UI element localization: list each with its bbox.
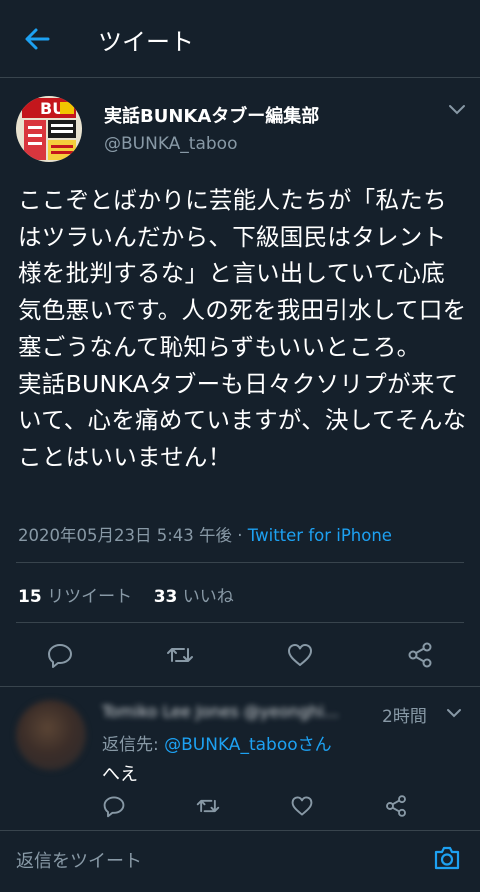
tweet-author: BU 実話BUNKAタブー編集部 @BUNKA_taboo	[0, 88, 480, 168]
arrow-left-icon[interactable]	[22, 24, 52, 54]
tweet-text: ここぞとばかりに芸能人たちが「私たちはツラいんだから、下級国民はタレント様を批判…	[18, 186, 467, 471]
retweet-stat[interactable]: 15 リツイート	[18, 587, 132, 607]
reply-to-suffix: さん	[297, 735, 332, 755]
chevron-down-icon[interactable]	[446, 708, 462, 718]
page-title: ツイート	[98, 28, 194, 56]
reply-to-label: 返信先:	[102, 735, 165, 755]
user-handle[interactable]: @BUNKA_taboo	[104, 134, 237, 154]
display-name[interactable]: 実話BUNKAタブー編集部	[104, 102, 319, 128]
reply-time: 2時間	[382, 707, 427, 727]
like-label: いいね	[177, 587, 234, 607]
timestamp: 2020年05月23日 5:43 午後	[18, 526, 233, 545]
meta-separator: ·	[232, 526, 248, 545]
reply-author-name[interactable]: Tomiko Lee Jones @yeonghi...	[102, 702, 362, 721]
like-icon[interactable]	[286, 641, 314, 669]
like-icon[interactable]	[290, 794, 314, 818]
retweet-icon[interactable]	[196, 794, 220, 818]
chevron-down-icon[interactable]	[448, 104, 466, 116]
like-count: 33	[153, 587, 178, 607]
reply-avatar[interactable]	[16, 700, 86, 770]
divider	[16, 562, 464, 563]
reply-icon[interactable]	[102, 794, 126, 818]
divider	[0, 686, 480, 687]
tweet-meta: 2020年05月23日 5:43 午後 · Twitter for iPhone	[18, 522, 392, 546]
reply-tweet[interactable]: Tomiko Lee Jones @yeonghi... 2時間 返信先: @B…	[0, 688, 480, 828]
share-icon[interactable]	[384, 794, 408, 818]
top-bar: ツイート	[0, 0, 480, 78]
reply-text: へえ	[102, 764, 138, 785]
reply-icon[interactable]	[46, 641, 74, 669]
retweet-count: 15	[18, 587, 42, 607]
share-icon[interactable]	[406, 641, 434, 669]
tweet-stats: 15 リツイート 33 いいね	[18, 582, 234, 607]
like-stat[interactable]: 33 いいね	[154, 587, 234, 607]
mention-link[interactable]: @BUNKA_taboo	[164, 735, 297, 755]
reply-composer	[0, 832, 480, 892]
source-link[interactable]: Twitter for iPhone	[248, 526, 392, 545]
divider	[16, 622, 464, 623]
retweet-icon[interactable]	[166, 641, 194, 669]
reply-to: 返信先: @BUNKA_tabooさん	[102, 730, 332, 755]
retweet-label: リツイート	[41, 587, 133, 607]
avatar[interactable]: BU	[16, 96, 82, 162]
camera-icon[interactable]	[432, 844, 462, 872]
divider	[0, 830, 480, 831]
reply-input[interactable]	[16, 846, 396, 876]
